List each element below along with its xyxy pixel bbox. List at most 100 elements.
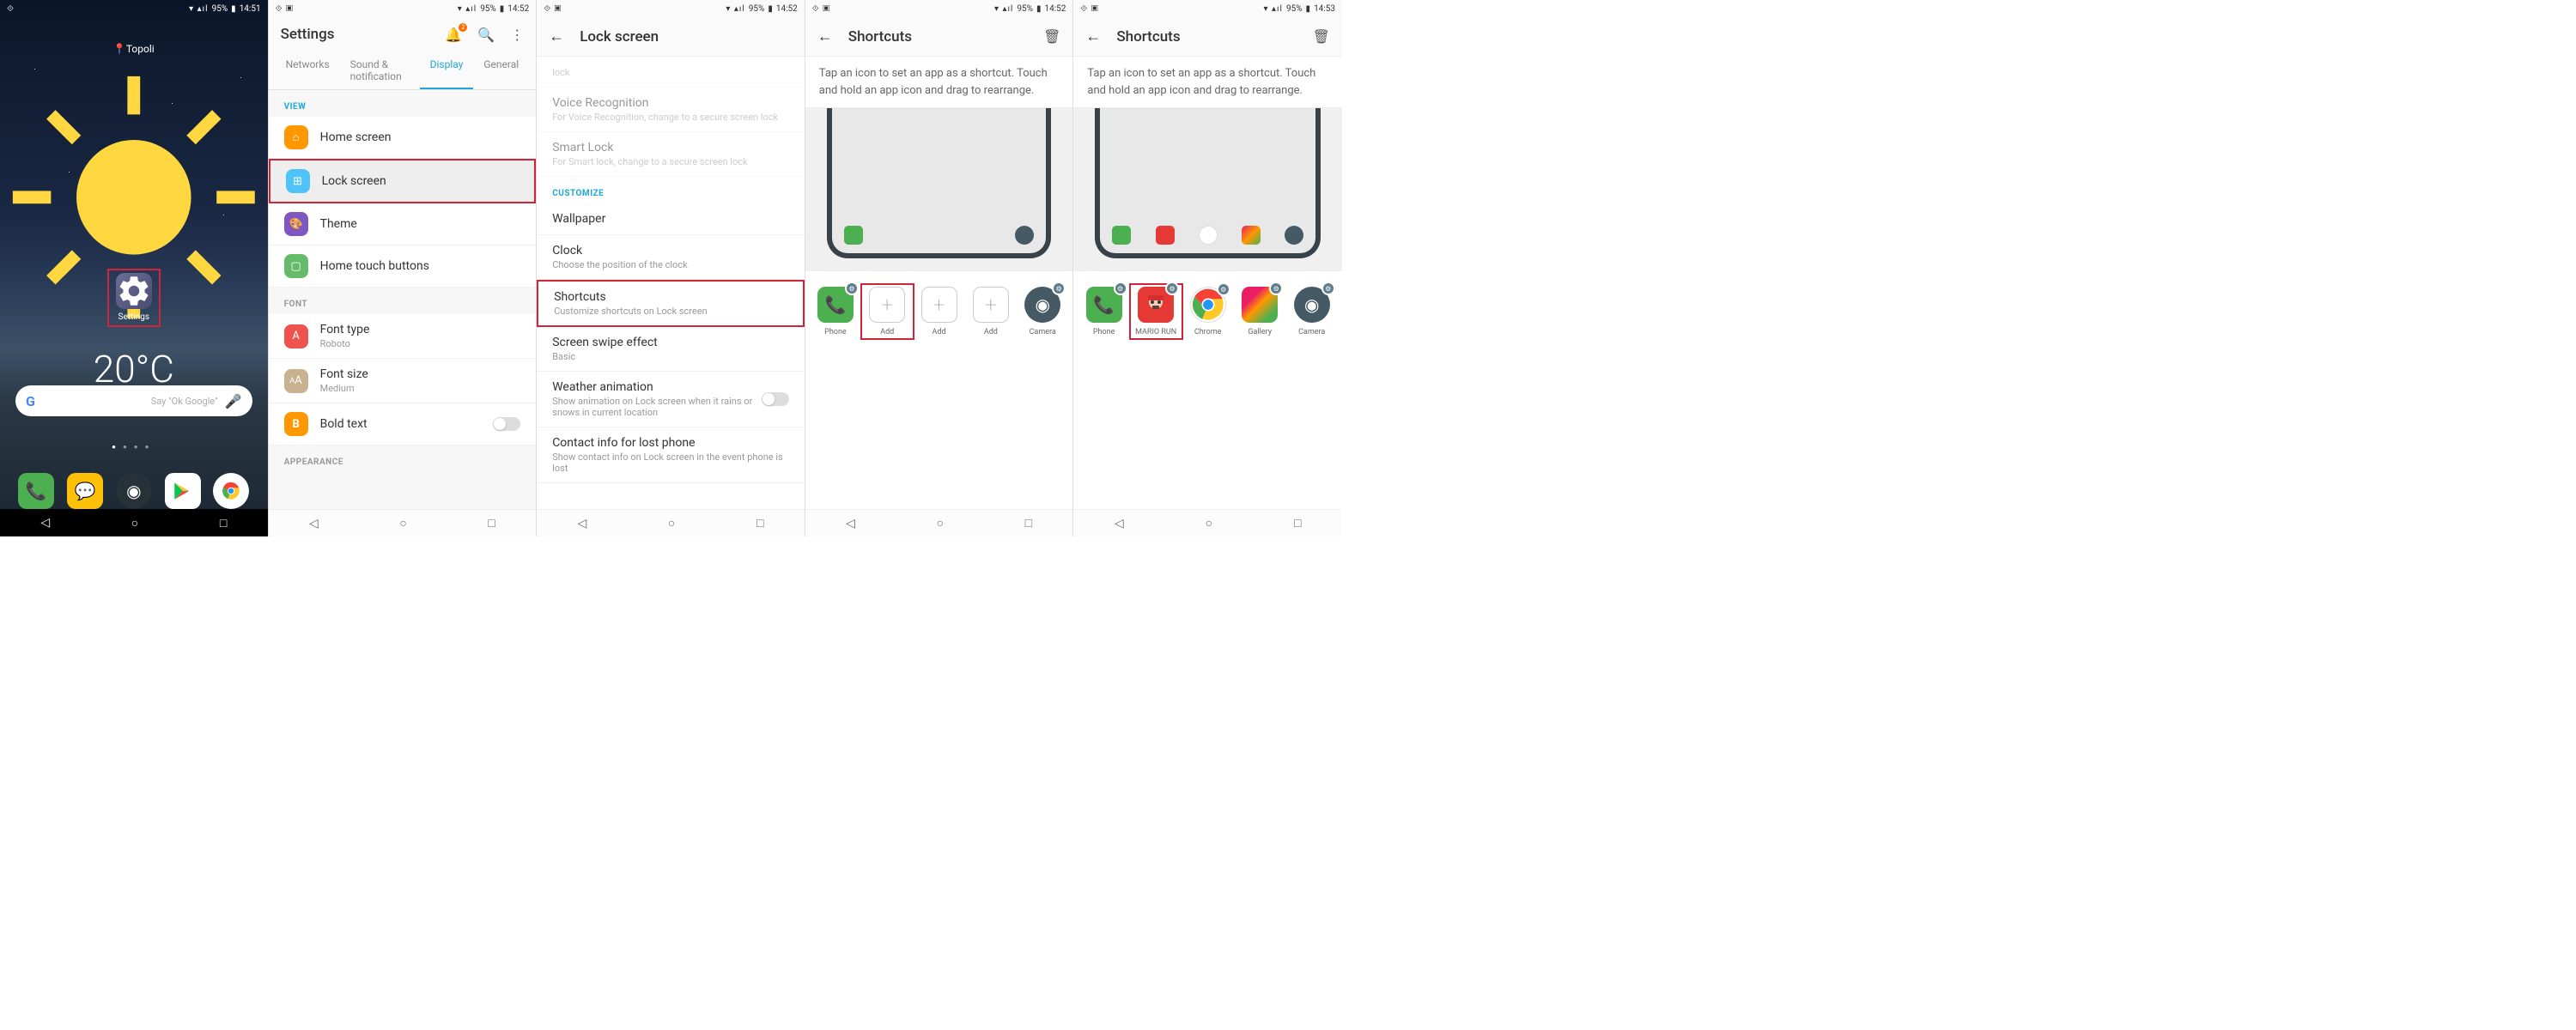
- home-screen-panel: ⟐ ▾ ▴ıl 95% ▮ 14:51 📍Topoli 20°C Updated…: [0, 0, 269, 536]
- mic-icon[interactable]: 🎤: [225, 393, 242, 409]
- slot-camera[interactable]: ◉⚙ Camera: [1019, 287, 1066, 336]
- home-button[interactable]: ○: [668, 516, 675, 530]
- tab-general[interactable]: General: [473, 52, 529, 89]
- back-button[interactable]: ◁: [846, 517, 855, 530]
- battery-level: 95%: [480, 4, 496, 14]
- item-smart-lock: Smart Lock For Smart lock, change to a s…: [537, 132, 805, 177]
- overflow-menu-button[interactable]: ⋮: [510, 27, 524, 43]
- slot-chrome[interactable]: ⚙ Chrome: [1184, 287, 1231, 336]
- status-icons-left: ⟐ ▣: [812, 4, 830, 14]
- item-bold-text[interactable]: B Bold text: [269, 403, 537, 445]
- play-store-icon[interactable]: [165, 473, 201, 509]
- tab-display[interactable]: Display: [420, 52, 474, 89]
- preview-chrome-icon: [1199, 226, 1218, 245]
- google-search-bar[interactable]: G Say "Ok Google" 🎤: [15, 385, 252, 416]
- settings-panel: ⟐ ▣ ▾ ▴ıl 95% ▮ 14:52 Settings 🔔2 🔍 ⋮ Ne…: [269, 0, 538, 536]
- slot-phone[interactable]: 📞⚙ Phone: [811, 287, 859, 336]
- page-title: Shortcuts: [1116, 28, 1297, 45]
- item-contact-info[interactable]: Contact info for lost phone Show contact…: [537, 427, 805, 483]
- item-shortcuts[interactable]: Shortcuts Customize shortcuts on Lock sc…: [537, 280, 805, 327]
- item-disabled-lock: lock: [537, 57, 805, 88]
- shortcuts-header: ← Shortcuts 🗑: [1073, 17, 1342, 57]
- clock-time: 14:53: [1314, 4, 1335, 14]
- recents-button[interactable]: □: [756, 516, 763, 530]
- back-arrow-button[interactable]: ←: [1085, 27, 1101, 45]
- weather-location[interactable]: 📍Topoli: [0, 43, 268, 55]
- shortcut-slots: 📞⚙ Phone + Add + Add + Add ◉⚙ Camera: [805, 271, 1073, 352]
- tab-networks[interactable]: Networks: [276, 52, 340, 89]
- notification-badge: 2: [459, 23, 467, 32]
- clock-time: 14:51: [240, 4, 261, 14]
- shortcuts-panel-filled: ⟐ ▣ ▾ ▴ıl 95% ▮ 14:53 ← Shortcuts 🗑 Tap …: [1073, 0, 1342, 536]
- item-font-size[interactable]: AA Font sizeMedium: [269, 359, 537, 403]
- wifi-signal-icons: ▾ ▴ıl: [726, 4, 744, 14]
- item-clock[interactable]: Clock Choose the position of the clock: [537, 235, 805, 280]
- theme-icon: 🎨: [284, 212, 308, 236]
- back-button[interactable]: ◁: [309, 517, 319, 530]
- item-home-touch[interactable]: ▢ Home touch buttons: [269, 245, 537, 288]
- instruction-text: Tap an icon to set an app as a shortcut.…: [1073, 57, 1342, 108]
- page-indicator[interactable]: ●●●●: [0, 443, 268, 451]
- delete-button[interactable]: 🗑: [1043, 28, 1060, 45]
- slot-gallery[interactable]: ⚙ Gallery: [1236, 287, 1284, 336]
- back-arrow-button[interactable]: ←: [549, 27, 564, 45]
- battery-icon: ▮: [231, 4, 236, 14]
- slot-phone[interactable]: 📞⚙ Phone: [1080, 287, 1127, 336]
- search-button[interactable]: 🔍: [477, 27, 495, 43]
- plus-icon: +: [973, 287, 1009, 323]
- plus-icon: +: [869, 287, 905, 323]
- lock-screen-preview: [805, 108, 1073, 271]
- instruction-text: Tap an icon to set an app as a shortcut.…: [805, 57, 1073, 108]
- item-swipe-effect[interactable]: Screen swipe effect Basic: [537, 327, 805, 372]
- chrome-app-icon[interactable]: [213, 473, 249, 509]
- recents-button[interactable]: □: [1025, 516, 1032, 530]
- battery-level: 95%: [1286, 4, 1303, 14]
- page-title: Shortcuts: [848, 28, 1028, 45]
- slot-camera[interactable]: ◉⚙ Camera: [1288, 287, 1335, 336]
- bold-toggle[interactable]: [493, 417, 520, 431]
- shortcuts-panel-initial: ⟐ ▣ ▾ ▴ıl 95% ▮ 14:52 ← Shortcuts 🗑 Tap …: [805, 0, 1074, 536]
- cast-icon: ⟐: [7, 4, 15, 14]
- item-wallpaper[interactable]: Wallpaper: [537, 203, 805, 235]
- settings-app-icon[interactable]: Settings: [107, 269, 161, 327]
- wifi-signal-icons: ▾ ▴ıl: [1264, 4, 1283, 14]
- lock-screen-preview: [1073, 108, 1342, 271]
- slot-mario-run[interactable]: ⚙ MARIO RUN: [1133, 287, 1180, 336]
- camera-app-icon[interactable]: ◉: [116, 473, 152, 509]
- recents-button[interactable]: □: [488, 516, 495, 530]
- recents-button[interactable]: □: [1294, 516, 1301, 530]
- preview-camera-icon: [1015, 226, 1034, 245]
- messages-app-icon[interactable]: 💬: [67, 473, 103, 509]
- item-theme[interactable]: 🎨 Theme: [269, 203, 537, 245]
- slot-add-3[interactable]: + Add: [967, 287, 1014, 336]
- temperature-value[interactable]: 20°C: [0, 347, 268, 391]
- home-button[interactable]: ○: [1206, 516, 1212, 530]
- back-button[interactable]: ◁: [578, 517, 587, 530]
- home-button[interactable]: ○: [399, 516, 406, 530]
- item-weather-animation[interactable]: Weather animation Show animation on Lock…: [537, 372, 805, 427]
- settings-header: Settings 🔔2 🔍 ⋮: [269, 17, 537, 52]
- slot-add-2[interactable]: + Add: [915, 287, 963, 336]
- home-button[interactable]: ○: [937, 516, 944, 530]
- back-arrow-button[interactable]: ←: [817, 27, 833, 45]
- phone-app-icon[interactable]: 📞: [18, 473, 54, 509]
- item-home-screen[interactable]: ⌂ Home screen: [269, 117, 537, 159]
- back-button[interactable]: ◁: [1115, 517, 1124, 530]
- battery-level: 95%: [1017, 4, 1033, 14]
- bold-icon: B: [284, 412, 308, 436]
- item-font-type[interactable]: A Font typeRoboto: [269, 314, 537, 359]
- slot-add-1[interactable]: + Add: [864, 287, 911, 336]
- gear-icon: ⚙: [845, 282, 859, 295]
- home-icon: ⌂: [284, 125, 308, 149]
- tab-sound[interactable]: Sound & notification: [340, 52, 420, 89]
- clock-time: 14:52: [507, 4, 529, 14]
- item-lock-screen[interactable]: ⊞ Lock screen: [269, 159, 537, 203]
- delete-button[interactable]: 🗑: [1313, 28, 1330, 45]
- preview-gallery-icon: [1242, 226, 1261, 245]
- notifications-button[interactable]: 🔔2: [445, 27, 462, 43]
- status-bar: ⟐ ▣ ▾ ▴ıl 95% ▮ 14:52: [805, 0, 1073, 17]
- lock-screen-header: ← Lock screen: [537, 17, 805, 57]
- battery-icon: ▮: [1306, 4, 1311, 14]
- status-icons-left: ⟐ ▣: [544, 4, 562, 14]
- weather-toggle[interactable]: [762, 392, 789, 406]
